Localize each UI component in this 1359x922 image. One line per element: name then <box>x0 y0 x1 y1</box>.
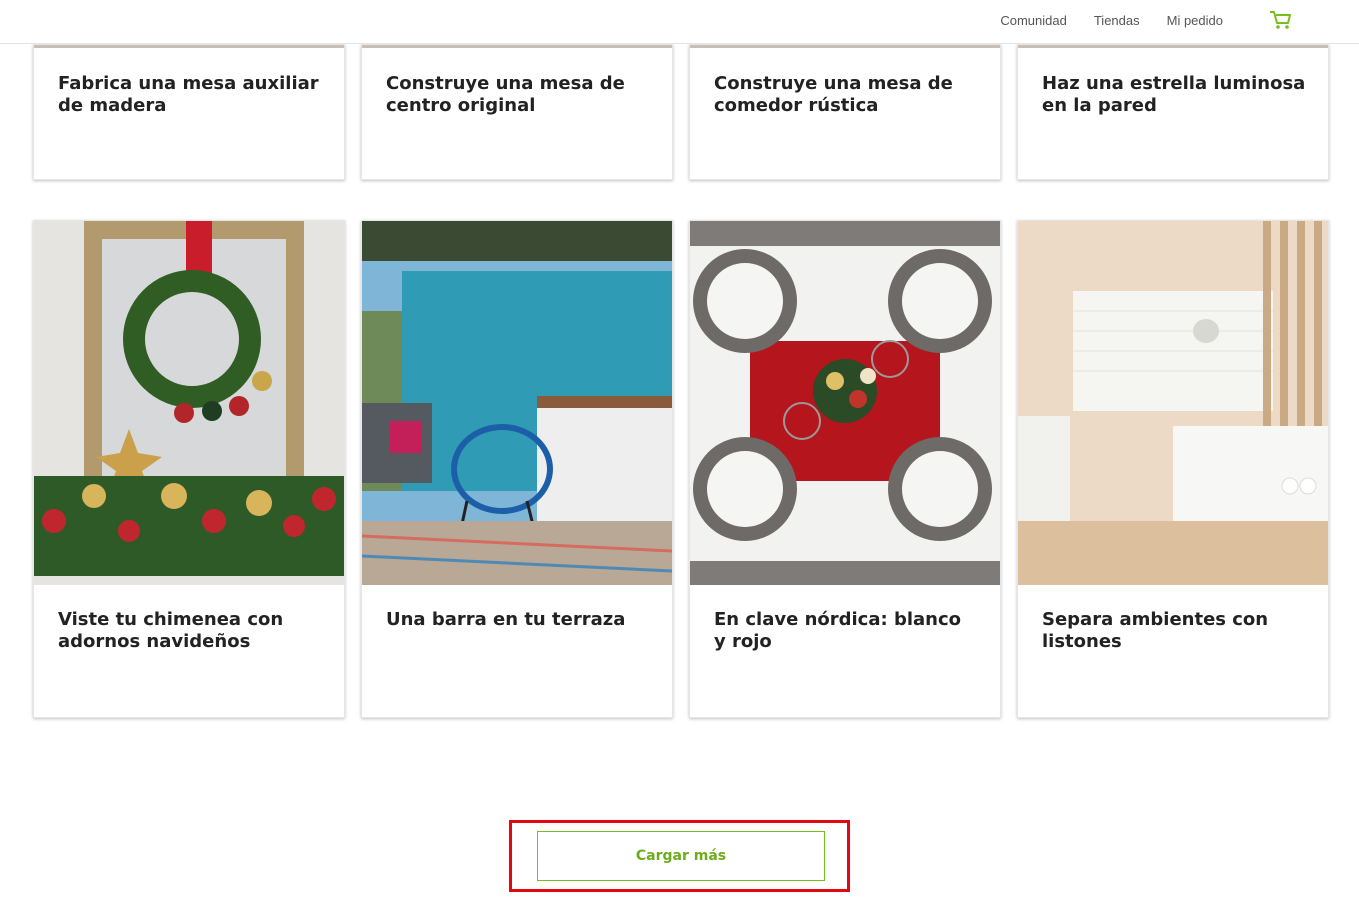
article-card[interactable]: Separa ambientes con listones <box>1017 220 1329 718</box>
article-card[interactable]: Una barra en tu terraza <box>361 220 673 718</box>
top-nav: Comunidad Tiendas Mi pedido <box>1000 13 1223 28</box>
card-title[interactable]: Una barra en tu terraza <box>386 609 651 631</box>
card-title[interactable]: Haz una estrella luminosa en la pared <box>1042 73 1307 117</box>
kitchen-slats-image[interactable] <box>1018 221 1328 585</box>
nav-link-tiendas[interactable]: Tiendas <box>1094 13 1140 28</box>
christmas-wreath-mirror-image[interactable] <box>34 221 344 585</box>
card-image-edge <box>362 45 672 48</box>
card-image-edge <box>34 45 344 48</box>
card-title[interactable]: Separa ambientes con listones <box>1042 609 1307 653</box>
article-card[interactable]: Viste tu chimenea con adornos navideños <box>33 220 345 718</box>
nordic-table-setting-image[interactable] <box>690 221 1000 585</box>
load-more-button[interactable]: Cargar más <box>537 831 825 881</box>
article-card[interactable]: Construye una mesa de comedor rústica <box>689 44 1001 180</box>
article-card[interactable]: Construye una mesa de centro original <box>361 44 673 180</box>
terrace-bar-image[interactable] <box>362 221 672 585</box>
card-title[interactable]: Construye una mesa de centro original <box>386 73 651 117</box>
card-image-edge <box>1018 45 1328 48</box>
article-card[interactable]: Fabrica una mesa auxiliar de madera <box>33 44 345 180</box>
card-title[interactable]: Viste tu chimenea con adornos navideños <box>58 609 323 653</box>
card-title[interactable]: Construye una mesa de comedor rústica <box>714 73 979 117</box>
article-card[interactable]: Haz una estrella luminosa en la pared <box>1017 44 1329 180</box>
article-card[interactable]: En clave nórdica: blanco y rojo <box>689 220 1001 718</box>
nav-link-comunidad[interactable]: Comunidad <box>1000 13 1067 28</box>
card-image-edge <box>690 45 1000 48</box>
nav-link-mi-pedido[interactable]: Mi pedido <box>1167 13 1223 28</box>
cart-icon[interactable] <box>1268 9 1292 31</box>
card-title[interactable]: En clave nórdica: blanco y rojo <box>714 609 979 653</box>
top-header: Comunidad Tiendas Mi pedido <box>0 0 1359 44</box>
card-title[interactable]: Fabrica una mesa auxiliar de madera <box>58 73 323 117</box>
